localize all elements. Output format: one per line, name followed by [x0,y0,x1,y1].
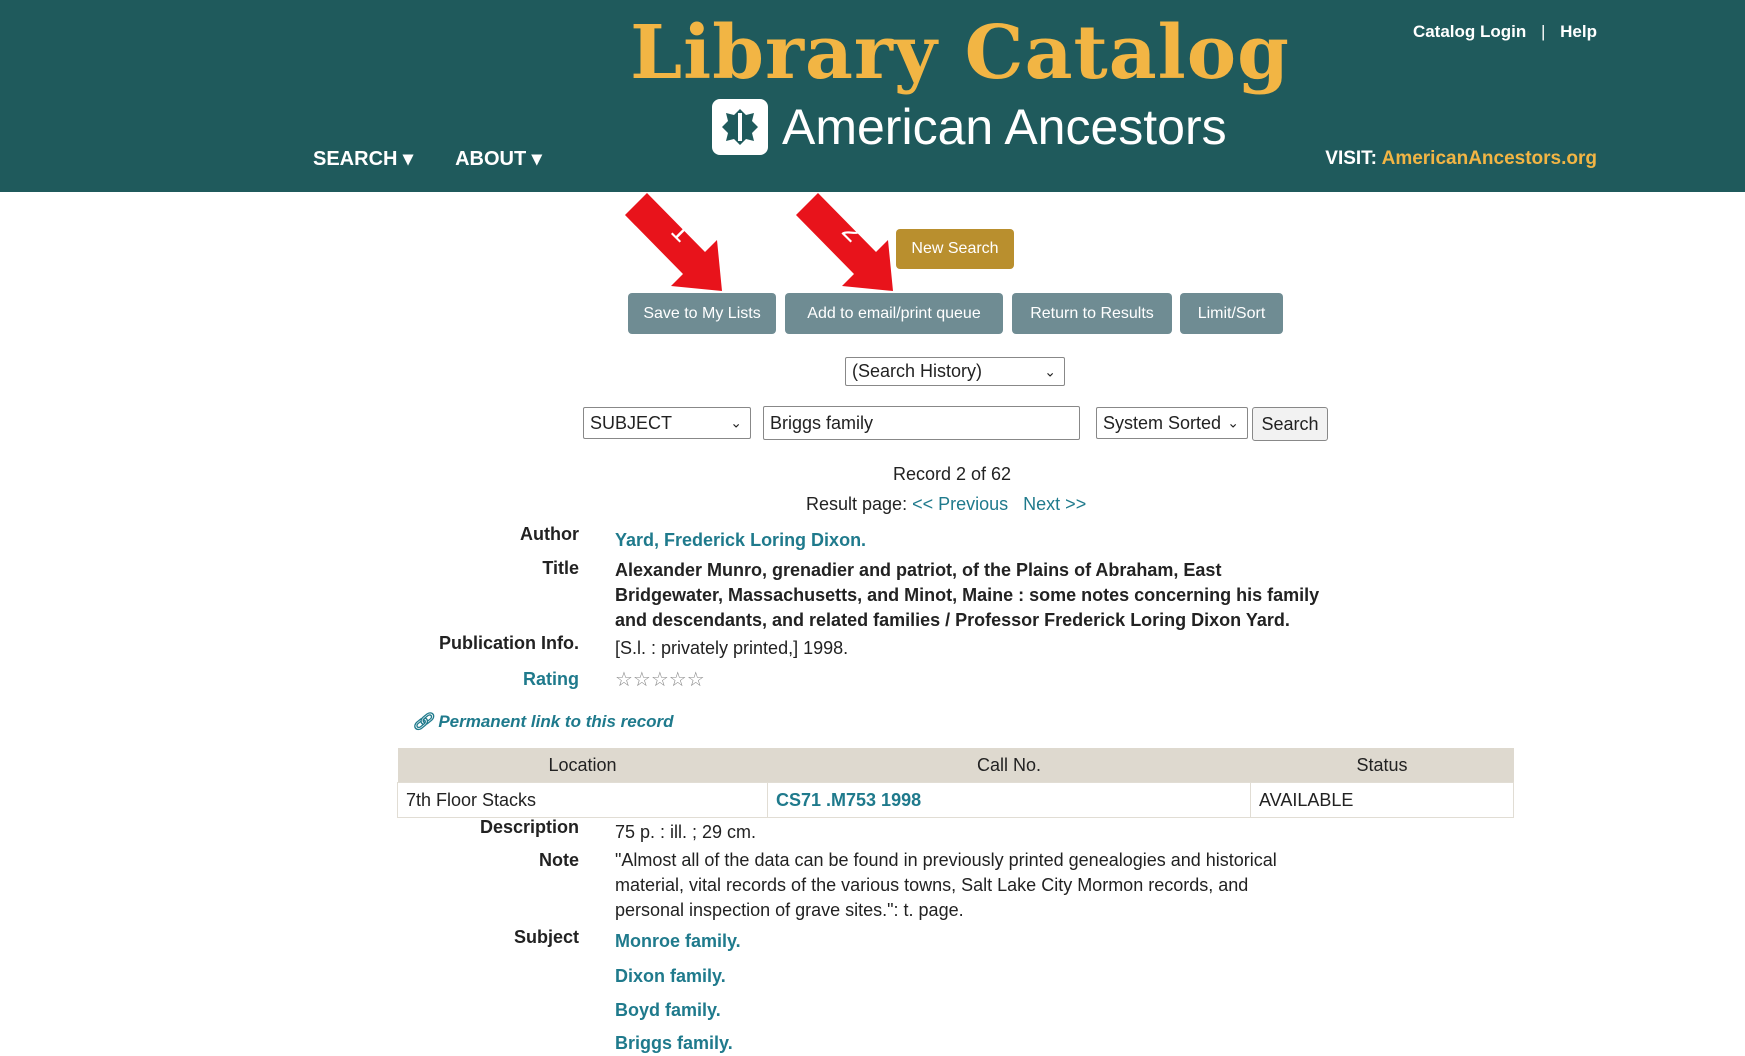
permanent-link[interactable]: 🔗︎ Permanent link to this record [412,712,674,732]
subject-link[interactable]: Dixon family. [615,964,726,989]
title-line: Bridgewater, Massachusetts, and Minot, M… [615,585,1320,605]
sort-value: System Sorted [1103,412,1222,433]
publication-label: Publication Info. [439,633,579,653]
result-page-nav: Result page: << Previous Next >> [806,494,1086,515]
help-link[interactable]: Help [1560,22,1597,41]
nav-about[interactable]: ABOUT ▾ [455,146,542,171]
title-line: and descendants, and related families / … [615,610,1290,630]
top-links-separator: | [1541,22,1546,41]
description-value: 75 p. : ill. ; 29 cm. [615,822,757,842]
brand-subtitle-text: American Ancestors [782,99,1227,155]
search-field-select[interactable]: SUBJECT ⌄ [583,407,751,439]
visit-label: VISIT: [1325,148,1378,169]
column-header-call-no: Call No. [767,748,1251,783]
location-cell: 7th Floor Stacks [397,782,768,818]
search-input[interactable]: Briggs family [763,406,1080,440]
annotation-arrow-1: 1 [625,193,722,291]
publication-value: [S.l. : privately printed,] 1998. [615,638,849,658]
nav-search[interactable]: SEARCH ▾ [313,146,413,171]
save-to-my-lists-button[interactable]: Save to My Lists [628,293,776,334]
rating-label[interactable]: Rating [400,669,579,690]
search-field-value: SUBJECT [590,412,673,433]
note-value: "Almost all of the data can be found in … [615,848,1277,923]
note-line: "Almost all of the data can be found in … [615,850,1277,870]
chevron-down-icon: ⌄ [1227,414,1239,431]
permanent-link-text: Permanent link to this record [438,712,674,731]
main-nav: SEARCH ▾ ABOUT ▾ [313,146,542,171]
visit-link[interactable]: AmericanAncestors.org [1382,148,1597,169]
search-button[interactable]: Search [1252,407,1328,441]
subject-link[interactable]: Monroe family. [615,929,741,954]
american-ancestors-logo-icon [712,99,768,155]
rating-stars[interactable]: ☆☆☆☆☆ [615,668,705,693]
record-position: Record 2 of 62 [893,464,1012,484]
previous-link[interactable]: << Previous [912,494,1008,514]
next-link[interactable]: Next >> [1023,494,1086,514]
search-input-value: Briggs family [770,412,874,433]
note-line: material, vital records of the various t… [615,875,1249,895]
status-cell: AVAILABLE [1250,782,1514,818]
new-search-button[interactable]: New Search [896,229,1014,269]
column-header-status: Status [1250,748,1514,783]
chevron-down-icon: ⌄ [1044,363,1056,379]
author-label: Author [520,524,579,544]
note-label: Note [539,850,579,870]
chevron-down-icon: ⌄ [730,414,742,431]
brand-subtitle[interactable]: American Ancestors [712,92,1227,162]
catalog-login-link[interactable]: Catalog Login [1413,22,1526,41]
add-to-email-print-queue-button[interactable]: Add to email/print queue [785,293,1003,334]
search-history-select[interactable]: (Search History) ⌄ [845,357,1065,386]
description-label: Description [479,817,579,837]
column-header-location: Location [397,748,768,783]
record-title: Alexander Munro, grenadier and patriot, … [615,558,1319,633]
title-label: Title [542,558,579,578]
table-row: 7th Floor Stacks CS71 .M753 1998 AVAILAB… [397,782,1514,818]
link-icon: 🔗︎ [412,712,434,731]
note-line: personal inspection of grave sites.": t.… [615,900,964,920]
holdings-table: Location Call No. Status 7th Floor Stack… [397,748,1514,818]
holdings-header-row: Location Call No. Status [397,748,1514,783]
result-page-label: Result page: [806,494,908,514]
call-no-link[interactable]: CS71 .M753 1998 [767,782,1251,818]
top-links: Catalog Login | Help [1413,22,1597,42]
subject-link[interactable]: Briggs family. [615,1031,733,1056]
return-to-results-button[interactable]: Return to Results [1012,293,1172,334]
limit-sort-button[interactable]: Limit/Sort [1180,293,1283,334]
search-history-value: (Search History) [852,361,983,381]
subject-link[interactable]: Boyd family. [615,998,721,1023]
sort-select[interactable]: System Sorted ⌄ [1096,407,1248,439]
visit-block: VISIT: AmericanAncestors.org [1325,148,1597,170]
site-header: Library Catalog American Ancestors SEARC… [0,0,1745,192]
author-link[interactable]: Yard, Frederick Loring Dixon. [615,528,866,553]
title-line: Alexander Munro, grenadier and patriot, … [615,560,1222,580]
subject-label: Subject [513,927,579,947]
annotation-arrow-2: 2 [796,193,893,291]
